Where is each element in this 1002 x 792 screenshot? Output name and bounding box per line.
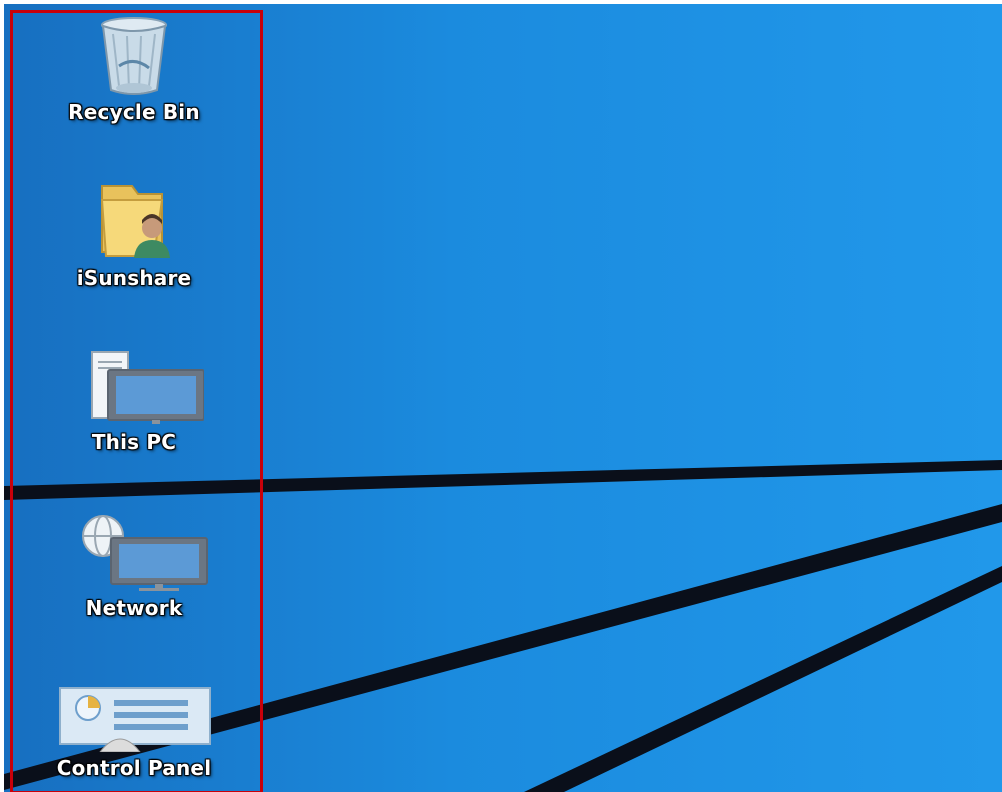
desktop-icon-this-pc[interactable]: This PC: [14, 350, 254, 454]
desktop[interactable]: Recycle Bin iSunshare This PC Network Co…: [4, 4, 1002, 792]
desktop-icon-control-panel[interactable]: Control Panel: [14, 686, 254, 780]
computer-icon: [91, 351, 204, 424]
desktop-icon-label: Network: [85, 596, 183, 620]
desktop-icon-isunshare[interactable]: iSunshare: [14, 182, 254, 290]
network-icon: [82, 515, 208, 591]
desktop-icon-label: iSunshare: [76, 266, 192, 290]
desktop-icon-label: Control Panel: [56, 756, 212, 780]
recycle-bin-icon: [101, 17, 167, 95]
control-panel-icon: [59, 687, 211, 752]
desktop-icon-label: Recycle Bin: [68, 100, 200, 124]
user-folder-icon: [100, 185, 170, 258]
desktop-icon-network[interactable]: Network: [14, 514, 254, 620]
desktop-icon-label: This PC: [91, 430, 177, 454]
desktop-icon-recycle-bin[interactable]: Recycle Bin: [14, 16, 254, 124]
